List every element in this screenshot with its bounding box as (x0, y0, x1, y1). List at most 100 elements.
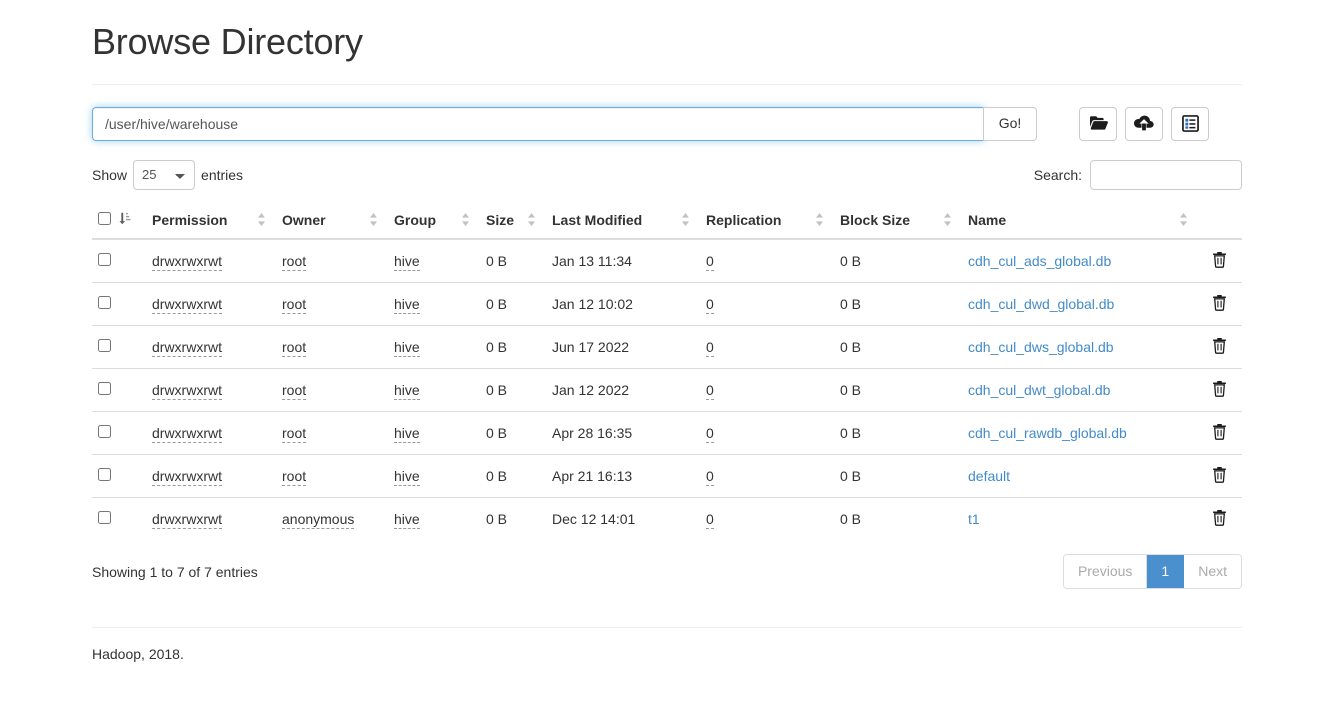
pagination-next[interactable]: Next (1184, 554, 1241, 589)
group-value[interactable]: hive (394, 252, 420, 271)
column-label: Block Size (840, 211, 911, 228)
delete-row-button[interactable] (1212, 423, 1227, 440)
sort-icon[interactable] (461, 213, 470, 227)
column-header-permission[interactable]: Permission (144, 203, 274, 240)
select-all-header[interactable] (92, 203, 118, 240)
row-select-cell[interactable] (92, 239, 118, 283)
row-checkbox[interactable] (98, 467, 111, 481)
delete-row-button[interactable] (1212, 380, 1227, 397)
group-value[interactable]: hive (394, 424, 420, 443)
owner-value[interactable]: root (282, 338, 307, 357)
row-checkbox[interactable] (98, 381, 111, 395)
row-checkbox[interactable] (98, 510, 111, 524)
replication-value[interactable]: 0 (706, 510, 714, 529)
file-name-link[interactable]: t1 (968, 511, 980, 527)
column-header-group[interactable]: Group (386, 203, 478, 240)
row-select-cell[interactable] (92, 453, 118, 498)
page-container: Browse Directory Go! (92, 0, 1242, 662)
sort-icon[interactable] (1179, 213, 1188, 227)
delete-row-button[interactable] (1212, 294, 1227, 311)
cell-name: cdh_cul_dwd_global.db (960, 281, 1196, 326)
new-directory-button[interactable] (1079, 106, 1117, 141)
cell-group: hive (386, 281, 478, 326)
permission-value[interactable]: drwxrwxrwt (152, 510, 222, 529)
upload-files-button[interactable] (1125, 106, 1163, 141)
delete-row-button[interactable] (1212, 251, 1227, 268)
column-header-replication[interactable]: Replication (698, 203, 832, 240)
cell-block-size: 0 B (832, 324, 960, 369)
permission-value[interactable]: drwxrwxrwt (152, 381, 222, 400)
column-header-size[interactable]: Size (478, 203, 544, 240)
group-value[interactable]: hive (394, 467, 420, 486)
row-checkbox[interactable] (98, 252, 111, 266)
column-header-owner[interactable]: Owner (274, 203, 386, 240)
delete-row-button[interactable] (1212, 509, 1227, 526)
replication-value[interactable]: 0 (706, 252, 714, 271)
cell-group: hive (386, 367, 478, 412)
entries-per-page-select[interactable]: 10 25 50 100 (133, 159, 196, 190)
row-checkbox[interactable] (98, 295, 111, 309)
file-name-link[interactable]: cdh_cul_dws_global.db (968, 339, 1114, 355)
group-value[interactable]: hive (394, 338, 420, 357)
sort-icon[interactable] (681, 213, 690, 227)
permission-value[interactable]: drwxrwxrwt (152, 295, 222, 314)
owner-value[interactable]: root (282, 252, 307, 271)
file-name-link[interactable]: cdh_cul_ads_global.db (968, 253, 1111, 269)
sort-icon[interactable] (815, 213, 824, 227)
clipboard-list-icon (1181, 115, 1199, 132)
row-select-cell[interactable] (92, 367, 118, 412)
row-select-cell[interactable] (92, 410, 118, 455)
permission-value[interactable]: drwxrwxrwt (152, 467, 222, 486)
replication-value[interactable]: 0 (706, 381, 714, 400)
search-input[interactable] (1090, 159, 1242, 190)
row-checkbox[interactable] (98, 338, 111, 352)
pagination-page-1[interactable]: 1 (1147, 554, 1185, 589)
row-select-cell[interactable] (92, 324, 118, 369)
group-value[interactable]: hive (394, 381, 420, 400)
pagination-previous[interactable]: Previous (1063, 554, 1148, 589)
file-name-link[interactable]: cdh_cul_rawdb_global.db (968, 425, 1127, 441)
trash-icon (1212, 380, 1227, 400)
cell-replication: 0 (698, 453, 832, 498)
owner-value[interactable]: root (282, 295, 307, 314)
column-header-block-size[interactable]: Block Size (832, 203, 960, 240)
delete-row-button[interactable] (1212, 466, 1227, 483)
permission-value[interactable]: drwxrwxrwt (152, 252, 222, 271)
owner-value[interactable]: root (282, 424, 307, 443)
sort-icon[interactable] (369, 213, 378, 227)
owner-value[interactable]: anonymous (282, 510, 355, 529)
sort-icon[interactable] (943, 213, 952, 227)
cell-replication: 0 (698, 239, 832, 283)
row-spacer-cell (118, 324, 144, 369)
file-name-link[interactable]: cdh_cul_dwd_global.db (968, 296, 1114, 312)
permission-value[interactable]: drwxrwxrwt (152, 338, 222, 357)
cell-actions (1196, 410, 1242, 455)
cut-paste-button[interactable] (1171, 106, 1209, 141)
sort-icon[interactable] (527, 213, 536, 227)
column-header-last-modified[interactable]: Last Modified (544, 203, 698, 240)
length-control: Show 10 25 50 100 entries (92, 159, 243, 190)
replication-value[interactable]: 0 (706, 338, 714, 357)
row-select-cell[interactable] (92, 496, 118, 540)
select-all-checkbox[interactable] (98, 211, 111, 225)
replication-value[interactable]: 0 (706, 424, 714, 443)
sort-icon[interactable] (257, 213, 266, 227)
permission-value[interactable]: drwxrwxrwt (152, 424, 222, 443)
footer-divider (92, 627, 1242, 629)
column-header-name[interactable]: Name (960, 203, 1196, 240)
row-select-cell[interactable] (92, 281, 118, 326)
delete-row-button[interactable] (1212, 337, 1227, 354)
sort-amount-desc-icon[interactable] (118, 212, 131, 228)
directory-path-input[interactable] (92, 106, 984, 141)
replication-value[interactable]: 0 (706, 467, 714, 486)
group-value[interactable]: hive (394, 295, 420, 314)
row-checkbox[interactable] (98, 424, 111, 438)
file-name-link[interactable]: cdh_cul_dwt_global.db (968, 382, 1110, 398)
replication-value[interactable]: 0 (706, 295, 714, 314)
go-button[interactable]: Go! (983, 106, 1037, 141)
group-value[interactable]: hive (394, 510, 420, 529)
owner-value[interactable]: root (282, 467, 307, 486)
owner-value[interactable]: root (282, 381, 307, 400)
file-name-link[interactable]: default (968, 468, 1010, 484)
bulk-sort-header[interactable] (118, 203, 144, 240)
